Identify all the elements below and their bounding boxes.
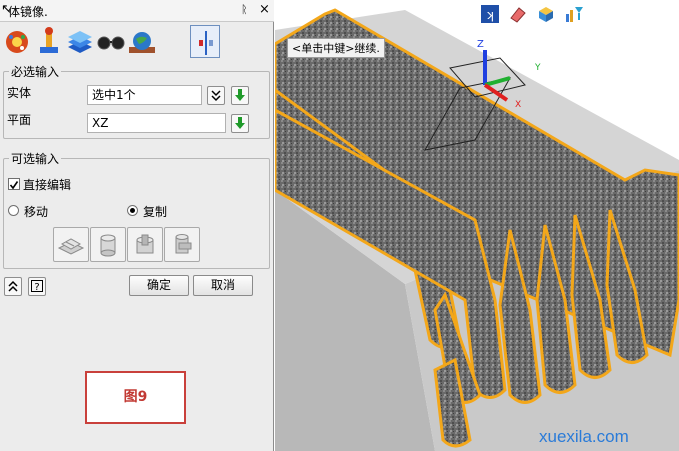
cylinder-union-icon <box>100 234 116 257</box>
axis-z-label: Z <box>477 39 484 50</box>
help-button[interactable]: ? <box>28 277 46 296</box>
entity-pick-button[interactable] <box>231 86 249 105</box>
optional-input-legend: 可选输入 <box>11 152 60 166</box>
boss-shape-icon <box>57 238 85 255</box>
filter-icon[interactable] <box>564 4 584 24</box>
copy-radio[interactable] <box>127 205 138 216</box>
double-chevron-down-icon <box>211 90 221 102</box>
model-scene: Z Y X <box>275 8 679 451</box>
3d-viewport[interactable]: Z Y X ʞ <单击中键>继续. xuexila.com <box>275 0 679 451</box>
gear-palette-icon[interactable] <box>3 25 33 58</box>
ok-button[interactable]: 确定 <box>129 275 189 296</box>
op-union-button[interactable] <box>90 227 126 262</box>
panel-toolbar <box>3 25 271 61</box>
axis-y-label: Y <box>534 63 541 73</box>
mirror-plane-icon[interactable] <box>190 25 220 58</box>
globe-icon[interactable] <box>127 25 157 58</box>
checkmark-icon <box>9 181 19 190</box>
cube-icon[interactable] <box>536 4 556 24</box>
move-radio[interactable] <box>8 205 19 216</box>
cylinder-subtract-icon <box>136 234 154 254</box>
op-subtract-button[interactable] <box>127 227 163 262</box>
cancel-button[interactable]: 取消 <box>193 275 253 296</box>
pin-icon[interactable]: ᚱ <box>241 3 248 16</box>
green-arrow-down-icon <box>235 89 245 101</box>
svg-text:?: ? <box>34 282 39 293</box>
direct-edit-label: 直接编辑 <box>23 178 72 192</box>
walk-icon[interactable]: ʞ <box>480 4 500 24</box>
required-input-legend: 必选输入 <box>11 65 60 79</box>
entity-label: 实体 <box>7 86 32 100</box>
mirror-panel: ↖ 体镜像. ᚱ × 必选输入 实体 选中1个 平面 XZ 可选输入 直接编辑 … <box>0 0 274 451</box>
op-boss-button[interactable] <box>53 227 89 262</box>
entity-field[interactable]: 选中1个 <box>87 85 202 105</box>
green-arrow-down-icon <box>235 117 245 129</box>
eraser-icon[interactable] <box>508 4 528 24</box>
entity-dropdown-button[interactable] <box>207 86 225 105</box>
panel-titlebar: ↖ 体镜像. ᚱ × <box>0 0 274 22</box>
layers-icon[interactable] <box>65 25 95 58</box>
plane-label: 平面 <box>7 113 32 127</box>
plane-field[interactable]: XZ <box>87 113 226 133</box>
help-icon: ? <box>31 280 43 293</box>
figure-label: 图9 <box>85 371 186 424</box>
double-chevron-up-icon <box>8 280 18 292</box>
direct-edit-checkbox[interactable] <box>8 178 20 190</box>
continue-hint: <单击中键>继续. <box>287 38 385 58</box>
move-label: 移动 <box>24 205 49 219</box>
plane-pick-button[interactable] <box>231 114 249 133</box>
axis-x-label: X <box>515 100 521 110</box>
watermark: xuexila.com <box>539 427 629 446</box>
close-icon[interactable]: × <box>259 2 270 17</box>
collapse-button[interactable] <box>4 277 22 296</box>
svg-text:ʞ: ʞ <box>486 8 494 22</box>
cylinder-intersect-icon <box>175 234 192 254</box>
op-intersect-button[interactable] <box>164 227 200 262</box>
glasses-icon[interactable] <box>96 25 126 58</box>
panel-title: 体镜像. <box>8 5 48 19</box>
copy-label: 复制 <box>143 205 168 219</box>
brush-icon[interactable] <box>34 25 64 58</box>
